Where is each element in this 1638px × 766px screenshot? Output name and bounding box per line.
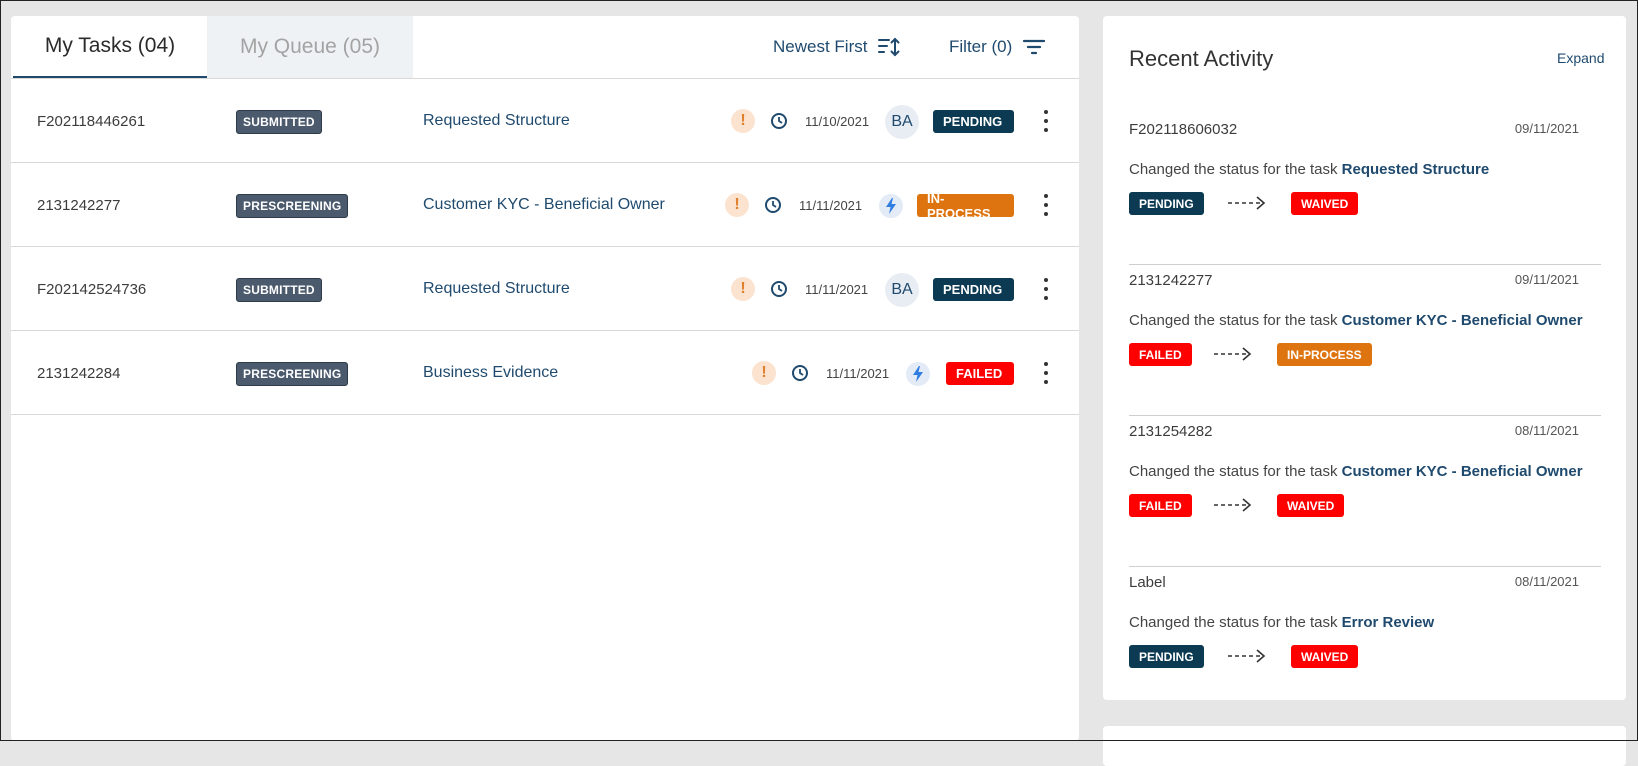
- task-id: F202118446261: [37, 112, 146, 130]
- task-title-link[interactable]: Requested Structure: [423, 79, 570, 163]
- from-status-badge: FAILED: [1129, 343, 1192, 366]
- sort-button[interactable]: Newest First: [773, 34, 901, 60]
- tab-my-tasks[interactable]: My Tasks (04): [13, 16, 207, 78]
- arrow-icon: [1228, 649, 1266, 663]
- task-id: 2131242277: [37, 196, 121, 214]
- due-date: 11/11/2021: [826, 365, 890, 381]
- filter-icon: [1023, 39, 1046, 55]
- activity-description: Changed the status for the task Requeste…: [1129, 161, 1489, 178]
- lightning-icon[interactable]: [906, 362, 930, 386]
- tasks-panel: My Tasks (04) My Queue (05) Newest First…: [11, 16, 1079, 741]
- activity-date: 09/11/2021: [1514, 121, 1579, 136]
- table-row[interactable]: F202142524736 SUBMITTED Requested Struct…: [11, 247, 1079, 331]
- table-row[interactable]: 2131242277 PRESCREENING Customer KYC - B…: [11, 163, 1079, 247]
- to-status-badge: WAIVED: [1291, 645, 1359, 668]
- from-status-badge: PENDING: [1129, 192, 1204, 215]
- more-options-icon[interactable]: [1040, 107, 1052, 135]
- activity-task-link[interactable]: Requested Structure: [1342, 161, 1490, 178]
- task-title-link[interactable]: Business Evidence: [423, 331, 558, 415]
- secondary-panel: [1103, 726, 1626, 766]
- activity-task-link[interactable]: Error Review: [1342, 614, 1435, 631]
- alert-icon: !: [731, 109, 755, 133]
- stage-badge: PRESCREENING: [236, 194, 349, 218]
- description-prefix: Changed the status for the task: [1129, 614, 1338, 631]
- table-row[interactable]: 2131242284 PRESCREENING Business Evidenc…: [11, 331, 1079, 415]
- activity-item: F202118606032 09/11/2021 Changed the sta…: [1129, 107, 1601, 265]
- clock-icon: [771, 281, 787, 297]
- clock-icon: [792, 365, 808, 381]
- activity-item: 2131254282 08/11/2021 Changed the status…: [1129, 409, 1601, 567]
- task-title-link[interactable]: Requested Structure: [423, 247, 570, 331]
- alert-icon: !: [731, 277, 755, 301]
- description-prefix: Changed the status for the task: [1129, 312, 1338, 329]
- stage-badge: PRESCREENING: [236, 362, 349, 386]
- due-date: 11/11/2021: [799, 197, 863, 213]
- activity-task-link[interactable]: Customer KYC - Beneficial Owner: [1342, 463, 1583, 480]
- status-badge: PENDING: [933, 110, 1014, 133]
- sort-icon: [878, 37, 900, 57]
- status-badge: PENDING: [933, 278, 1014, 301]
- filter-label: Filter (0): [949, 37, 1013, 56]
- recent-activity-panel: Recent Activity Expand F202118606032 09/…: [1103, 16, 1626, 700]
- more-options-icon[interactable]: [1040, 359, 1052, 387]
- activity-description: Changed the status for the task Customer…: [1129, 312, 1583, 329]
- sort-label: Newest First: [773, 37, 868, 56]
- status-badge: IN-PROCESS: [917, 191, 1014, 221]
- activity-date: 09/11/2021: [1514, 272, 1579, 287]
- from-status-badge: FAILED: [1129, 494, 1192, 517]
- tabs-bar: My Tasks (04) My Queue (05) Newest First…: [11, 16, 1079, 79]
- activity-id: 2131254282: [1129, 423, 1213, 440]
- activity-id: 2131242277: [1129, 272, 1213, 289]
- stage-badge: SUBMITTED: [236, 110, 322, 134]
- arrow-icon: [1214, 498, 1252, 512]
- activity-description: Changed the status for the task Error Re…: [1129, 614, 1434, 631]
- from-status-badge: PENDING: [1129, 645, 1204, 668]
- activity-id: F202118606032: [1129, 121, 1238, 138]
- expand-link[interactable]: Expand: [1557, 50, 1604, 66]
- arrow-icon: [1228, 196, 1266, 210]
- due-date: 11/10/2021: [805, 113, 870, 129]
- task-title-link[interactable]: Customer KYC - Beneficial Owner: [423, 163, 665, 247]
- clock-icon: [771, 113, 787, 129]
- to-status-badge: WAIVED: [1277, 494, 1345, 517]
- lightning-icon[interactable]: [879, 194, 903, 218]
- more-options-icon[interactable]: [1040, 275, 1052, 303]
- avatar[interactable]: BA: [885, 273, 919, 307]
- description-prefix: Changed the status for the task: [1129, 463, 1338, 480]
- clock-icon: [765, 197, 781, 213]
- panel-title: Recent Activity: [1129, 46, 1274, 71]
- tab-my-queue[interactable]: My Queue (05): [207, 16, 413, 78]
- activity-item: 2131242277 09/11/2021 Changed the status…: [1129, 258, 1601, 416]
- status-badge: FAILED: [946, 362, 1014, 385]
- activity-id: Label: [1129, 574, 1166, 591]
- activity-date: 08/11/2021: [1514, 423, 1579, 438]
- more-options-icon[interactable]: [1040, 191, 1052, 219]
- table-row[interactable]: F202118446261 SUBMITTED Requested Struct…: [11, 79, 1079, 163]
- stage-badge: SUBMITTED: [236, 278, 322, 302]
- task-id: F202142524736: [37, 280, 147, 298]
- arrow-icon: [1214, 347, 1252, 361]
- activity-description: Changed the status for the task Customer…: [1129, 463, 1583, 480]
- task-id: 2131242284: [37, 364, 121, 382]
- to-status-badge: WAIVED: [1291, 192, 1359, 215]
- activity-item: Label 08/11/2021 Changed the status for …: [1129, 560, 1601, 717]
- alert-icon: !: [725, 193, 749, 217]
- description-prefix: Changed the status for the task: [1129, 161, 1338, 178]
- alert-icon: !: [752, 361, 776, 385]
- to-status-badge: IN-PROCESS: [1277, 343, 1372, 366]
- activity-task-link[interactable]: Customer KYC - Beneficial Owner: [1342, 312, 1583, 329]
- avatar[interactable]: BA: [885, 105, 919, 139]
- due-date: 11/11/2021: [805, 281, 869, 297]
- filter-button[interactable]: Filter (0): [949, 34, 1046, 60]
- activity-date: 08/11/2021: [1514, 574, 1579, 589]
